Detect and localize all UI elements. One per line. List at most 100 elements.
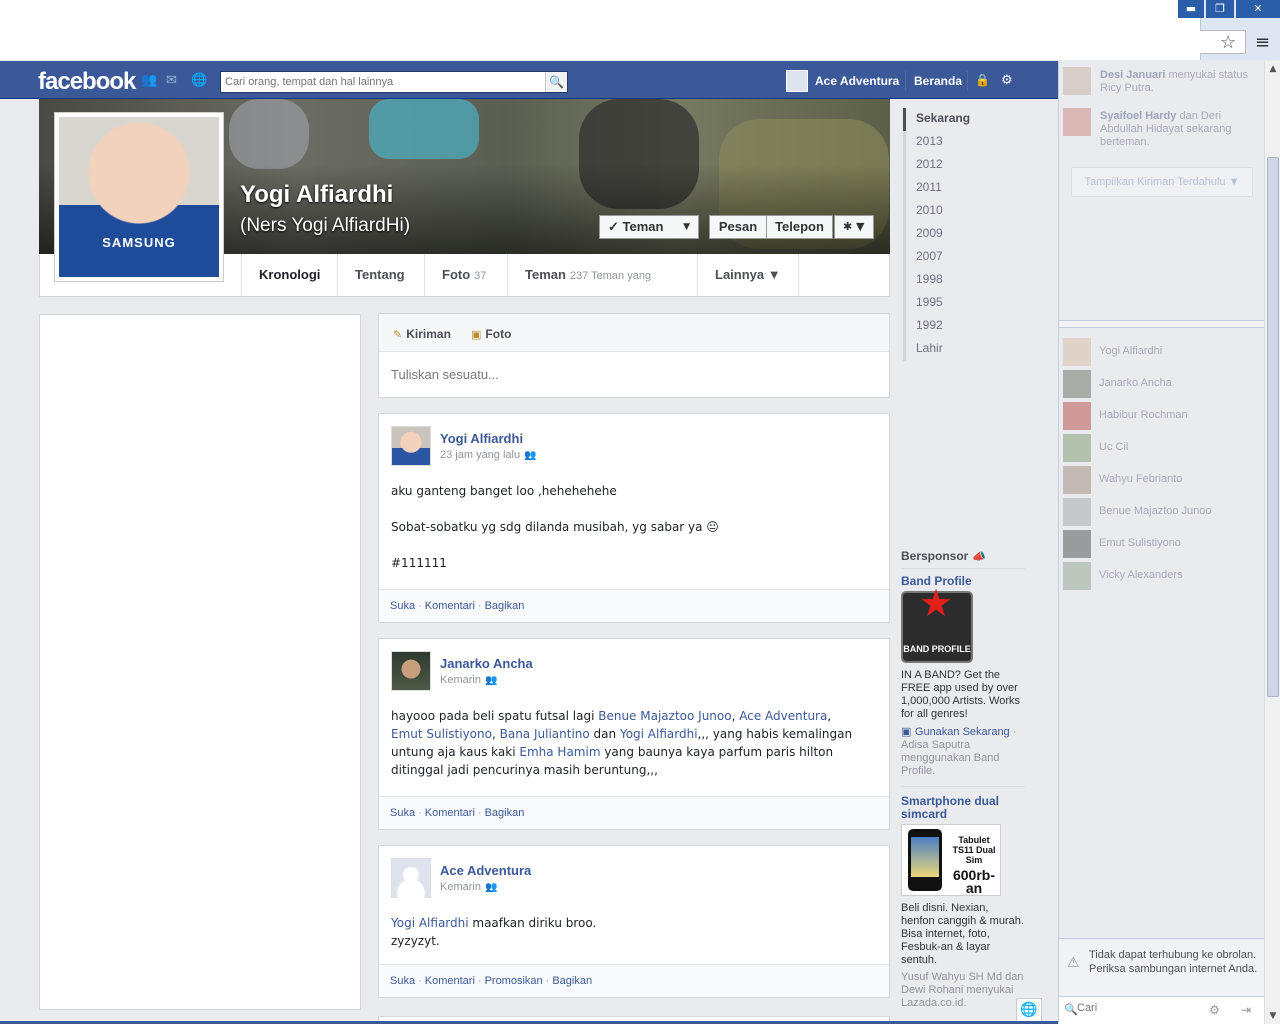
ad-image[interactable]: ★ BAND PROFILE (901, 584, 973, 663)
tab-friends[interactable]: Teman237 Teman yang Sama (507, 254, 697, 325)
call-button[interactable]: Telepon (766, 215, 833, 239)
tab-about[interactable]: Tentang (337, 254, 424, 296)
post-time-text: Kemarin (440, 674, 481, 686)
chat-contact-name: Yogi Alfiardhi (1099, 345, 1163, 357)
year-item[interactable]: 2013 (903, 131, 1033, 154)
sidebar-resize-handle[interactable] (1059, 320, 1265, 328)
notifications-icon[interactable]: 🌐 (191, 74, 207, 88)
message-button[interactable]: Pesan (709, 215, 767, 239)
top-username-link[interactable]: Ace Adventura (815, 74, 899, 88)
post-text: Yogi Alfiardhi maafkan diriku broo. (391, 916, 597, 930)
tab-timeline[interactable]: Kronologi (241, 254, 337, 296)
post-text: Sobat-sobatku yg sdg dilanda musibah, yg… (391, 520, 719, 534)
bookmark-star-icon[interactable]: ☆ (1220, 32, 1236, 53)
browser-menu-icon[interactable]: ≡ (1255, 32, 1270, 53)
tab-more[interactable]: Lainnya ▼ (697, 254, 799, 296)
friend-status-button[interactable]: ✓ Teman ▼ (599, 215, 699, 239)
ad-cta-link[interactable]: Gunakan Sekarang (915, 726, 1010, 738)
post-timestamp[interactable]: 23 jam yang lalu 👥 (440, 449, 537, 461)
promote-link[interactable]: Promosikan (485, 975, 543, 987)
share-link[interactable]: Bagikan (552, 975, 592, 987)
year-item[interactable]: 1998 (903, 269, 1033, 292)
chat-list-item[interactable]: Emut Sulistiyono (1063, 530, 1259, 558)
mention-link[interactable]: Ace Adventura (739, 709, 827, 723)
profile-picture[interactable]: SAMSUNG (54, 112, 224, 282)
comment-link[interactable]: Komentari (425, 600, 475, 612)
restore-icon[interactable]: ❐ (1206, 0, 1234, 18)
mention-link[interactable]: Yogi Alfiardhi (391, 916, 469, 930)
chat-list-item[interactable]: Vicky Alexanders (1063, 562, 1259, 590)
audience-friends-icon[interactable]: 👥 (485, 675, 497, 686)
mention-link[interactable]: Emha Hamim (519, 745, 600, 759)
comment-link[interactable]: Komentari (425, 975, 475, 987)
post-author[interactable]: Janarko Ancha (440, 656, 533, 671)
composer-input[interactable]: Tuliskan sesuatu... (391, 367, 499, 382)
chat-options-gear-icon[interactable]: ⚙ (1209, 1003, 1220, 1017)
year-item[interactable]: 2011 (903, 177, 1033, 200)
audience-friends-icon[interactable]: 👥 (524, 450, 536, 461)
scroll-down-arrow-icon[interactable]: ▼ (1265, 1008, 1280, 1024)
page-scrollbar[interactable]: ▲ ▼ (1264, 61, 1280, 1024)
privacy-shortcuts-icon[interactable]: 🔒 (975, 73, 990, 87)
like-link[interactable]: Suka (390, 600, 415, 612)
minimize-icon[interactable]: ▬ (1178, 0, 1204, 18)
composer-tab-post[interactable]: ✎ Kiriman (393, 327, 451, 341)
chat-list-item[interactable]: Wahyu Febrianto (1063, 466, 1259, 494)
year-item[interactable]: 2009 (903, 223, 1033, 246)
like-link[interactable]: Suka (390, 975, 415, 987)
chat-list-item[interactable]: Habibur Rochman (1063, 402, 1259, 430)
chat-contact-name: Emut Sulistiyono (1099, 537, 1181, 549)
post-timestamp[interactable]: Kemarin 👥 (440, 881, 497, 893)
composer-tab-photo[interactable]: ▣ Foto (471, 327, 511, 341)
share-link[interactable]: Bagikan (485, 807, 525, 819)
mention-link[interactable]: Yogi Alfiardhi (620, 727, 698, 741)
chat-popout-icon[interactable]: ⇥ (1241, 1003, 1251, 1017)
avatar[interactable] (391, 426, 431, 466)
messages-icon[interactable]: ✉ (166, 74, 182, 88)
tab-photos[interactable]: Foto 37 (424, 254, 507, 296)
audience-friends-icon[interactable]: 👥 (485, 882, 497, 893)
search-input[interactable] (221, 72, 546, 92)
year-item[interactable]: 1992 (903, 315, 1033, 338)
avatar[interactable] (391, 651, 431, 691)
chat-list-item[interactable]: Uc Cil (1063, 434, 1259, 462)
mention-link[interactable]: Benue Majaztoo Junoo (598, 709, 731, 723)
year-item[interactable]: 2012 (903, 154, 1033, 177)
tab-label: Kronologi (259, 267, 321, 282)
post-actions: Suka · Komentari · Bagikan (379, 589, 889, 622)
ad-image-price: 600rb-an (952, 867, 996, 896)
year-item[interactable]: Sekarang (903, 108, 1033, 131)
ad-title[interactable]: Smartphone dual simcard (901, 795, 1025, 821)
close-icon[interactable]: ✕ (1236, 0, 1280, 18)
gear-menu-button[interactable]: ✱ ▼ (834, 215, 874, 239)
year-item[interactable]: Lahir (903, 338, 1033, 361)
mention-link[interactable]: Bana Juliantino (500, 727, 590, 741)
comment-link[interactable]: Komentari (425, 807, 475, 819)
chat-search-input[interactable] (1077, 1002, 1197, 1014)
chat-list-item[interactable]: Janarko Ancha (1063, 370, 1259, 398)
chat-list-item[interactable]: Benue Majaztoo Junoo (1063, 498, 1259, 526)
like-link[interactable]: Suka (390, 807, 415, 819)
year-item[interactable]: 1995 (903, 292, 1033, 315)
ad-image[interactable]: Tabulet TS11 Dual Sim 600rb-an (901, 824, 1001, 896)
post-author[interactable]: Ace Adventura (440, 863, 531, 878)
home-link[interactable]: Beranda (914, 74, 962, 88)
post-timestamp[interactable]: Kemarin 👥 (440, 674, 497, 686)
year-item[interactable]: 2010 (903, 200, 1033, 223)
mention-link[interactable]: Emut Sulistiyono (391, 727, 492, 741)
account-settings-icon[interactable]: ⚙ (1001, 73, 1013, 88)
scroll-up-arrow-icon[interactable]: ▲ (1265, 61, 1280, 77)
avatar[interactable] (786, 70, 808, 92)
share-link[interactable]: Bagikan (485, 600, 525, 612)
scrollbar-thumb[interactable] (1267, 157, 1279, 697)
globe-icon[interactable]: 🌐 (1016, 998, 1042, 1022)
show-older-posts-button[interactable]: Tampilkan Kiriman Terdahulu ▼ (1071, 167, 1253, 197)
friend-requests-icon[interactable]: 👥 (141, 74, 157, 88)
search-icon[interactable]: 🔍 (545, 72, 567, 92)
chat-list-item[interactable]: Yogi Alfiardhi (1063, 338, 1259, 366)
facebook-logo[interactable]: facebook (38, 68, 136, 96)
avatar[interactable] (391, 858, 431, 898)
ticker-text: Desi Januari menyukai status Ricy Putra. (1100, 69, 1248, 94)
year-item[interactable]: 2007 (903, 246, 1033, 269)
post-author[interactable]: Yogi Alfiardhi (440, 431, 523, 446)
